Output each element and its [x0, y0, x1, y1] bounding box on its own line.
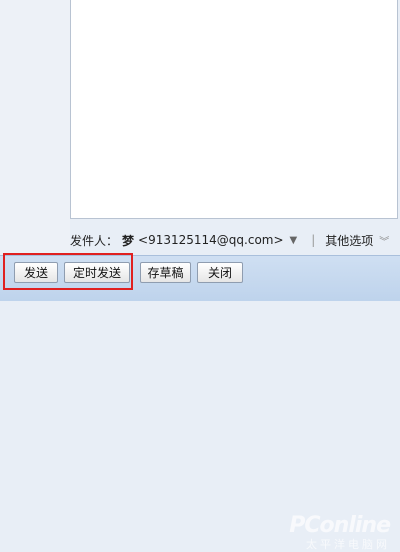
sender-email[interactable]: <913125114@qq.com>	[138, 233, 284, 247]
compose-toolbar: 发送 定时发送 存草稿 关闭 PConline 太平洋电脑网	[0, 255, 400, 551]
save-draft-button[interactable]: 存草稿	[140, 262, 191, 283]
more-options-link[interactable]: 其他选项	[325, 232, 373, 249]
triangle-down-icon[interactable]: ▼	[290, 235, 298, 246]
sender-name: 梦	[122, 233, 135, 248]
send-button[interactable]: 发送	[14, 262, 58, 283]
timed-send-button[interactable]: 定时发送	[64, 262, 130, 283]
message-body-editor[interactable]	[70, 0, 398, 219]
close-button[interactable]: 关闭	[197, 262, 243, 283]
watermark-brand: PConline	[289, 513, 391, 538]
left-margin	[0, 0, 70, 255]
watermark-tagline: 太平洋电脑网	[306, 538, 390, 551]
sender-label: 发件人：	[70, 233, 119, 248]
pconline-watermark: PConline 太平洋电脑网	[289, 513, 391, 552]
sender-row: 发件人： 梦 <913125114@qq.com> ▼ | 其他选项 ︾	[70, 229, 400, 251]
double-chevron-down-icon[interactable]: ︾	[379, 233, 389, 248]
divider: |	[311, 233, 316, 247]
